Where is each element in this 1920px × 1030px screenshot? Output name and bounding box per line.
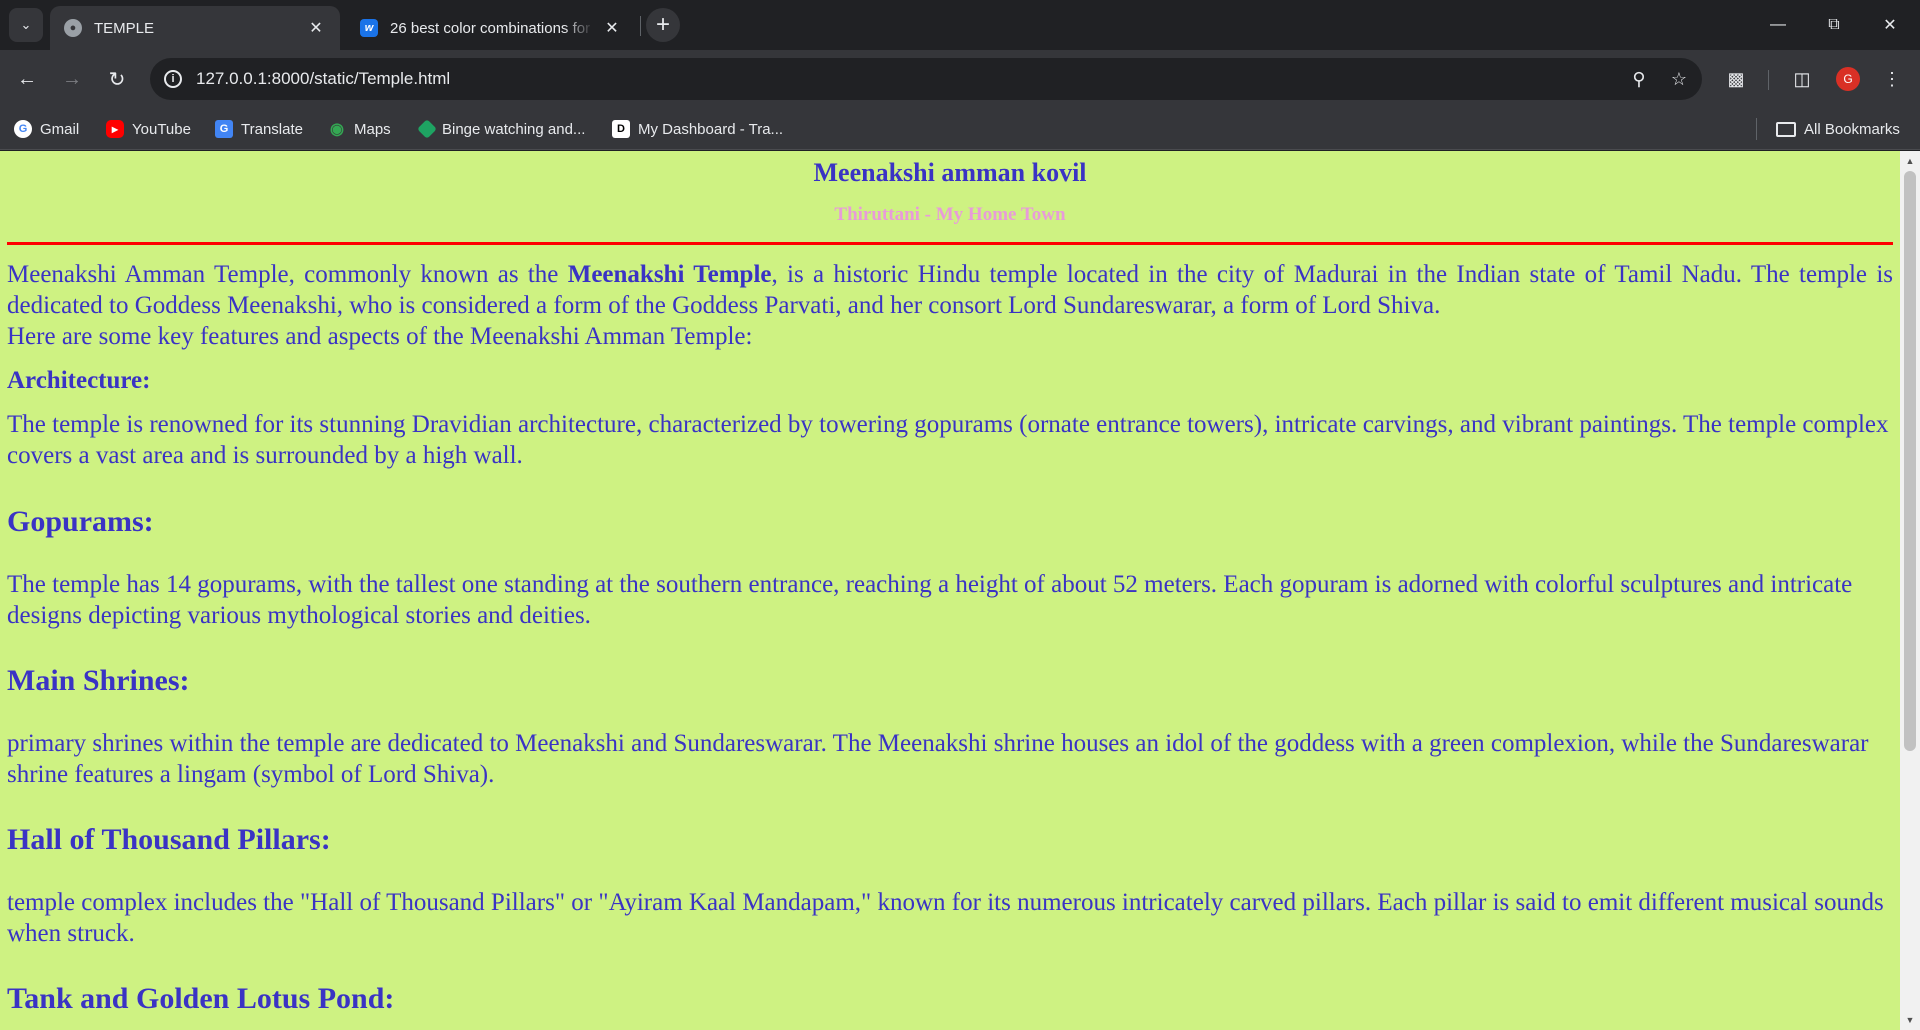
google-icon: G [14,120,32,138]
section-text: temple complex includes the "Hall of Tho… [7,889,1884,947]
folder-icon [1776,121,1796,137]
bookmark-maps[interactable]: ◉ Maps [328,116,391,142]
minimize-icon: — [1770,16,1786,33]
intro-line-2: Here are some key features and aspects o… [7,323,753,350]
translate-icon: G [215,120,233,138]
chevron-down-icon: ⌄ [20,17,32,32]
section-text: primary shrines within the temple are de… [7,730,1869,788]
bookmarks-bar: G Gmail ▶ YouTube G Translate ◉ Maps Binge w… [0,108,1920,150]
arrow-left-icon: ← [17,67,37,90]
page-title: Meenakshi amman kovil [813,158,1087,187]
section-heading: Gopurams: [7,505,154,538]
toolbar: ← → ↻ i 127.0.0.1:8000/static/Temple.htm… [0,50,1920,108]
zoom-icon[interactable]: ⚲ [1622,62,1656,96]
side-panel-icon[interactable]: ◫ [1786,63,1818,95]
intro-bold-text: Meenakshi Temple [567,261,772,288]
scroll-thumb[interactable] [1904,171,1916,751]
page-subtitle: Thiruttani - My Home Town [834,204,1066,225]
bookmark-label: Binge watching and... [442,120,586,138]
bookmark-label: My Dashboard - Tra... [638,120,784,138]
close-window-button[interactable]: ✕ [1862,0,1918,50]
address-bar[interactable]: i 127.0.0.1:8000/static/Temple.html ⚲ ☆ [150,58,1702,100]
globe-icon: ● [64,19,82,37]
dashboard-icon: D [612,120,630,138]
intro-text-start: Meenakshi Amman Temple, commonly known a… [7,261,568,288]
info-icon[interactable]: i [164,70,182,88]
star-icon[interactable]: ☆ [1662,62,1696,96]
section-heading: Tank and Golden Lotus Pond: [7,982,395,1015]
page-scrollbar[interactable]: ▲ ▼ [1900,151,1920,1030]
url-text[interactable]: 127.0.0.1:8000/static/Temple.html [196,69,1622,89]
page-viewport: Meenakshi amman kovil Thiruttani - My Ho… [0,151,1900,1030]
binge-icon [417,119,437,139]
w-logo-icon: w [360,19,378,37]
bookmark-label: YouTube [132,120,191,138]
restore-button[interactable]: ⧉ [1806,0,1862,50]
menu-icon[interactable]: ⋮ [1876,63,1908,95]
bookmark-binge[interactable]: Binge watching and... [417,116,586,142]
close-icon[interactable]: ✕ [306,18,326,38]
close-icon: ✕ [1883,17,1897,34]
forward-button[interactable]: → [54,61,90,97]
bookmark-translate[interactable]: G Translate [215,116,303,142]
extensions-icon[interactable]: ▩ [1720,63,1752,95]
toolbar-separator [1768,70,1769,90]
tab-strip: ⌄ ● TEMPLE ✕ w 26 best color combination… [0,0,1920,50]
section-text: The temple is renowned for its stunning … [7,411,1889,469]
section-heading: Architecture: [7,367,151,394]
youtube-icon: ▶ [106,120,124,138]
bookmark-label: All Bookmarks [1804,120,1900,138]
back-button[interactable]: ← [9,61,45,97]
scroll-up-icon[interactable]: ▲ [1900,153,1920,169]
bookmark-youtube[interactable]: ▶ YouTube [106,116,191,142]
tab-title: 26 best color combinations for [390,19,591,37]
all-bookmarks-button[interactable]: All Bookmarks [1776,116,1900,142]
tab-color-combinations[interactable]: w 26 best color combinations for ✕ [346,6,636,50]
reload-button[interactable]: ↻ [99,61,135,97]
close-icon[interactable]: ✕ [602,18,622,38]
section-heading: Main Shrines: [7,664,190,697]
maps-icon: ◉ [330,121,344,138]
scroll-down-icon[interactable]: ▼ [1900,1012,1920,1028]
bookmark-label: Gmail [40,120,80,138]
bookmark-label: Translate [241,120,303,138]
reload-icon: ↻ [108,68,126,91]
minimize-button[interactable]: — [1750,0,1806,50]
tab-search-button[interactable]: ⌄ [9,8,43,42]
tab-separator [640,16,641,36]
profile-avatar[interactable]: G [1836,67,1860,91]
arrow-right-icon: → [62,67,82,90]
section-heading: Hall of Thousand Pillars: [7,823,331,856]
tab-title: TEMPLE [94,19,155,37]
section-text: The temple has 14 gopurams, with the tal… [7,571,1853,629]
bookmarks-separator [1756,118,1757,140]
tab-temple[interactable]: ● TEMPLE ✕ [50,6,340,50]
page-content: Meenakshi Amman Temple, commonly known a… [0,259,1900,1016]
plus-icon: + [655,11,670,38]
bookmark-label: Maps [354,120,391,138]
restore-icon: ⧉ [1828,16,1840,33]
divider [7,242,1893,245]
new-tab-button[interactable]: + [646,8,680,42]
intro-paragraph: Meenakshi Amman Temple, commonly known a… [7,259,1893,352]
bookmark-gmail[interactable]: G Gmail [14,116,79,142]
bookmark-dashboard[interactable]: D My Dashboard - Tra... [612,116,783,142]
